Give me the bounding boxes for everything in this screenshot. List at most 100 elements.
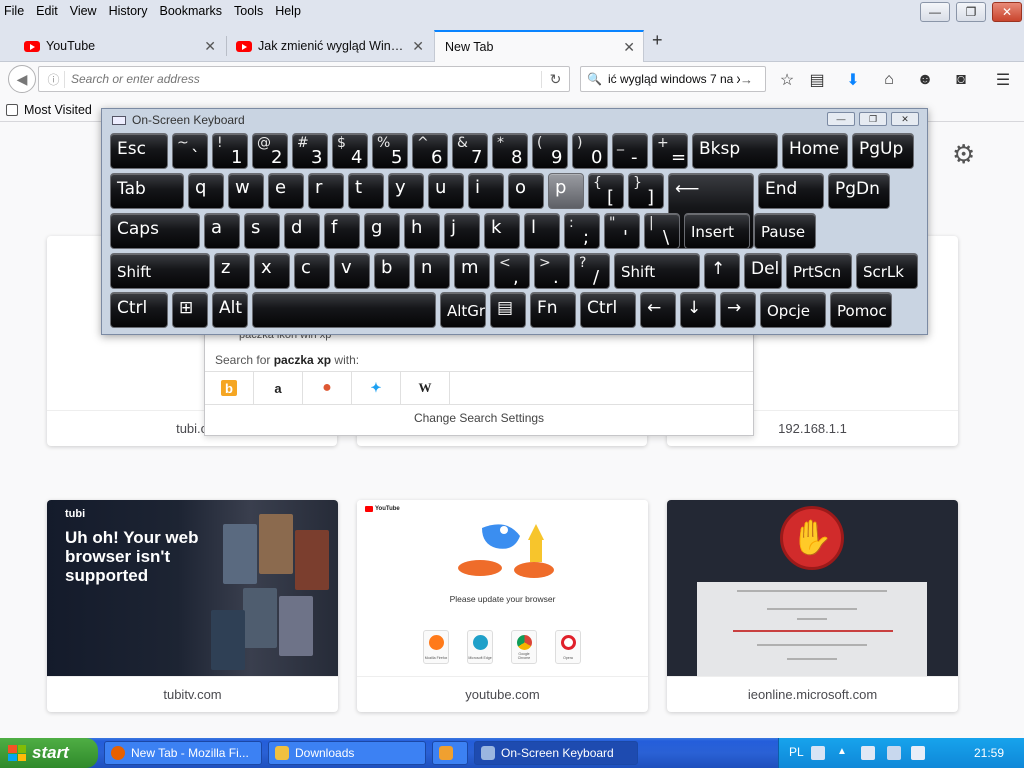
menu-help[interactable]: Help [275,4,301,18]
key-symbol-0-12[interactable]: _ - [612,133,648,169]
osk-restore-button[interactable]: ❐ [859,112,887,126]
language-indicator[interactable]: PL [789,745,804,759]
key-symbol-0-13[interactable]: + = [652,133,688,169]
top-site-tile-tubitv[interactable]: tubi Uh oh! Your web browser isn't suppo… [47,500,338,712]
key-v[interactable]: v [334,253,370,289]
key-j[interactable]: j [444,213,480,249]
downloads-icon[interactable]: ⬇ [842,69,864,91]
key-d[interactable]: d [284,213,320,249]
key-symbol-4-5[interactable]: ▤ [490,292,526,328]
change-search-settings-button[interactable]: Change Search Settings [205,411,753,425]
key-symbol-3-9[interactable]: >. [534,253,570,289]
key-scrlk[interactable]: ScrLk [856,253,918,289]
key-5[interactable]: % 5 [372,133,408,169]
keyboard-tray-icon[interactable] [811,746,825,760]
taskbar-item-downloads[interactable]: Downloads [268,741,426,765]
tab-youtube[interactable]: YouTube ✕ [16,30,224,62]
key-0[interactable]: ) 0 [572,133,608,169]
key-c[interactable]: c [294,253,330,289]
key-prtscn[interactable]: PrtScn [786,253,852,289]
bing-icon[interactable]: b [205,372,254,404]
key-pgup[interactable]: PgUp [852,133,914,169]
taskbar-item-media[interactable] [432,741,468,765]
key-opcje[interactable]: Opcje [760,292,826,328]
key-f[interactable]: f [324,213,360,249]
key-s[interactable]: s [244,213,280,249]
wikipedia-icon[interactable]: W [401,372,450,404]
key-a[interactable]: a [204,213,240,249]
key-7[interactable]: & 7 [452,133,488,169]
top-site-tile-ieonline[interactable]: ✋ ieonline.microsoft.com [667,500,958,712]
volume-muted-icon[interactable] [911,746,925,760]
close-tab-icon[interactable]: ✕ [412,38,424,55]
menu-hamburger-icon[interactable]: ☰ [992,69,1014,91]
key-h[interactable]: h [404,213,440,249]
key-symbol-3-8[interactable]: <, [494,253,530,289]
search-bar[interactable]: 🔍 → [580,66,766,92]
key-symbol-2-12[interactable]: | \ [644,213,680,249]
key-z[interactable]: z [214,253,250,289]
key-shift[interactable]: Shift [614,253,700,289]
osk-title-bar[interactable]: On-Screen Keyboard — ❐ ✕ [102,109,927,131]
top-site-tile-youtube[interactable]: YouTube Please update your browser Mozil… [357,500,648,712]
duckduckgo-icon[interactable]: ● [303,372,352,404]
library-icon[interactable]: ▤ [806,69,828,91]
key-symbol-4-8[interactable]: ← [640,292,676,328]
search-go-icon[interactable]: → [740,72,753,87]
bookmark-star-icon[interactable]: ☆ [776,69,798,91]
key-t[interactable]: t [348,173,384,209]
display-icon[interactable] [887,746,901,760]
key-symbol-4-9[interactable]: ↓ [680,292,716,328]
key-esc[interactable]: Esc [110,133,168,169]
menu-bookmarks[interactable]: Bookmarks [159,4,222,18]
key-u[interactable]: u [428,173,464,209]
key-bksp[interactable]: Bksp [692,133,778,169]
key-1[interactable]: ! 1 [212,133,248,169]
url-bar[interactable]: ⓘ ↻ [38,66,570,92]
key-symbol-2-10[interactable]: :; [564,213,600,249]
key-l[interactable]: l [524,213,560,249]
key-shift[interactable]: Shift [110,253,210,289]
key-3[interactable]: #3 [292,133,328,169]
key-pgdn[interactable]: PgDn [828,173,890,209]
key-tab[interactable]: Tab [110,173,184,209]
key-pause[interactable]: Pause [754,213,816,249]
key-fn[interactable]: Fn [530,292,576,328]
key-home[interactable]: Home [782,133,848,169]
key-4[interactable]: $4 [332,133,368,169]
key-k[interactable]: k [484,213,520,249]
restore-button[interactable]: ❐ [956,2,986,22]
chat-icon[interactable]: ☻ [914,69,936,91]
show-hidden-icon[interactable]: ▲ [837,746,851,760]
key-del[interactable]: Del [744,253,782,289]
minimize-button[interactable]: — [920,2,950,22]
key-n[interactable]: n [414,253,450,289]
pocket-icon[interactable]: ◙ [950,69,972,91]
back-button[interactable]: ◀ [8,65,36,93]
most-visited-bookmark[interactable]: Most Visited [24,103,92,117]
menu-history[interactable]: History [109,4,148,18]
network-warning-icon[interactable] [861,746,875,760]
osk-minimize-button[interactable]: — [827,112,855,126]
gear-icon[interactable]: ⚙ [952,139,975,170]
key-r[interactable]: r [308,173,344,209]
close-button[interactable]: ✕ [992,2,1022,22]
menu-tools[interactable]: Tools [234,4,263,18]
search-input[interactable] [601,72,740,86]
key-symbol-4-1[interactable]: ⊞ [172,292,208,328]
key-x[interactable]: x [254,253,290,289]
key-symbol-3-12[interactable]: ↑ [704,253,740,289]
menu-edit[interactable]: Edit [36,4,58,18]
key-m[interactable]: m [454,253,490,289]
home-icon[interactable]: ⌂ [878,69,900,91]
key-b[interactable]: b [374,253,410,289]
key-w[interactable]: w [228,173,264,209]
key-symbol-3-10[interactable]: ? / [574,253,610,289]
key-symbol-4-10[interactable]: → [720,292,756,328]
key-ctrl[interactable]: Ctrl [110,292,168,328]
key-pomoc[interactable]: Pomoc [830,292,892,328]
key-e[interactable]: e [268,173,304,209]
menu-file[interactable]: File [4,4,24,18]
tab-new-tab[interactable]: New Tab ✕ [434,30,644,62]
key-space[interactable] [252,292,436,328]
